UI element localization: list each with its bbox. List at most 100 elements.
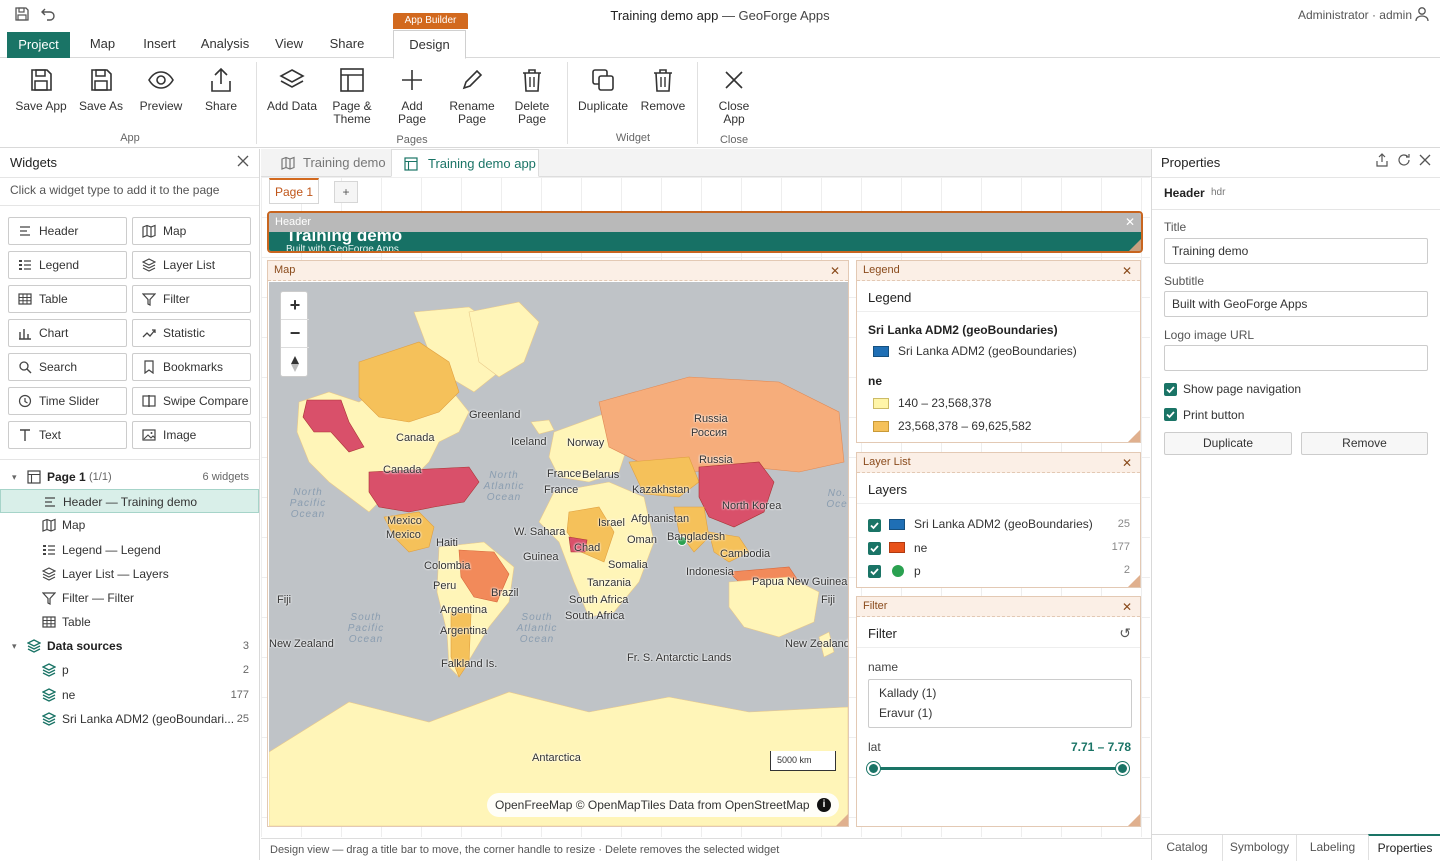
tree-data-sources[interactable]: ▾ Data sources 3 (0, 634, 259, 658)
remove-button[interactable]: Remove (638, 66, 688, 113)
title-input[interactable]: Training demo (1164, 238, 1428, 264)
range-handle-max[interactable] (1116, 762, 1129, 775)
refresh-icon[interactable] (1397, 153, 1411, 167)
info-icon[interactable]: i (817, 798, 831, 812)
close-app-button[interactable]: Close App (710, 66, 758, 126)
tab-share[interactable]: Share (322, 30, 372, 58)
tree-item-legend[interactable]: Legend — Legend (0, 538, 259, 562)
range-slider-track[interactable] (867, 762, 1129, 775)
tree-item-layer-list[interactable]: Layer List — Layers (0, 562, 259, 586)
delete-page-button[interactable]: Delete Page (508, 66, 556, 126)
close-icon[interactable]: ✕ (1122, 264, 1132, 278)
widget-type-layer-list[interactable]: Layer List (132, 251, 251, 279)
resize-handle[interactable] (1129, 239, 1141, 251)
user-icon[interactable] (1414, 6, 1430, 22)
widget-tag[interactable]: Filter (857, 597, 1140, 617)
doc-tab-app[interactable]: Training demo app (391, 149, 539, 177)
zoom-in-button[interactable]: + (281, 292, 309, 320)
widget-type-chart[interactable]: Chart (8, 319, 127, 347)
widget-type-header[interactable]: Header (8, 217, 127, 245)
zoom-out-button[interactable]: − (281, 320, 309, 348)
layer-visibility-checkbox[interactable] (868, 565, 881, 578)
tab-view[interactable]: View (268, 30, 310, 58)
tree-item-filter[interactable]: Filter — Filter (0, 586, 259, 610)
compass-icon[interactable] (289, 355, 301, 373)
chevron-down-icon[interactable]: ▾ (12, 634, 17, 658)
close-icon[interactable] (237, 155, 249, 167)
preview-button[interactable]: Preview (136, 66, 186, 113)
remove-widget-button[interactable]: Remove (1301, 432, 1428, 455)
header-widget[interactable]: Header ✕ Training demo Built with GeoFor… (267, 211, 1143, 253)
close-icon[interactable]: ✕ (830, 264, 840, 278)
widget-type-bookmarks[interactable]: Bookmarks (132, 353, 251, 381)
range-handle-min[interactable] (867, 762, 880, 775)
tab-catalog[interactable]: Catalog (1152, 835, 1222, 861)
tab-symbology[interactable]: Symbology (1222, 835, 1296, 861)
tree-source-ne[interactable]: ne 177 (0, 683, 259, 707)
tree-item-header[interactable]: Header — Training demo (0, 489, 259, 513)
reset-icon[interactable]: ↺ (1119, 625, 1131, 642)
close-icon[interactable] (1419, 154, 1431, 166)
rename-page-button[interactable]: Rename Page (446, 66, 498, 126)
resize-handle[interactable] (1128, 814, 1140, 826)
widget-type-filter[interactable]: Filter (132, 285, 251, 313)
page-tab-1[interactable]: Page 1 (269, 178, 319, 204)
tree-page[interactable]: ▾ Page 1 (1/1) 6 widgets (0, 465, 259, 489)
duplicate-widget-button[interactable]: Duplicate (1164, 432, 1292, 455)
close-icon[interactable]: ✕ (1122, 600, 1132, 614)
widget-tag[interactable]: Header (269, 213, 1141, 232)
chevron-down-icon[interactable]: ▾ (12, 465, 17, 489)
widget-type-legend[interactable]: Legend (8, 251, 127, 279)
add-data-button[interactable]: Add Data (265, 66, 319, 113)
filter-value-list[interactable]: Kallady (1) Eravur (1) (868, 679, 1132, 728)
tree-item-table[interactable]: Table (0, 610, 259, 634)
subtitle-input[interactable]: Built with GeoForge Apps (1164, 291, 1428, 317)
widget-tag[interactable]: Map (268, 261, 848, 281)
filter-widget[interactable]: Filter ✕ Filter ↺ name Kallady (1) Eravu… (856, 596, 1141, 827)
tab-labeling[interactable]: Labeling (1296, 835, 1368, 861)
widget-type-text[interactable]: Text (8, 421, 127, 449)
close-icon[interactable]: ✕ (1122, 456, 1132, 470)
tab-design[interactable]: Design (393, 30, 466, 59)
map-view[interactable]: + − Greenland Canada Canada Iceland Norway Ru… (269, 282, 848, 826)
widget-tag[interactable]: Legend (857, 261, 1140, 281)
tab-properties[interactable]: Properties (1368, 834, 1440, 860)
widget-type-statistic[interactable]: Statistic (132, 319, 251, 347)
map-widget[interactable]: Map ✕ + − Greenland Canada Canada Icelan… (267, 260, 849, 827)
save-as-button[interactable]: Save As (76, 66, 126, 113)
save-app-button[interactable]: Save App (14, 66, 68, 113)
tab-map[interactable]: Map (80, 30, 125, 58)
user-name[interactable]: Administrator · admin (1298, 8, 1412, 22)
add-page-button[interactable]: Add Page (388, 66, 436, 126)
tree-source-p[interactable]: p 2 (0, 658, 259, 682)
tree-source-sri-lanka[interactable]: Sri Lanka ADM2 (geoBoundari... 25 (0, 707, 259, 731)
resize-handle[interactable] (836, 814, 848, 826)
duplicate-button[interactable]: Duplicate (576, 66, 630, 113)
widget-type-image[interactable]: Image (132, 421, 251, 449)
widget-type-map[interactable]: Map (132, 217, 251, 245)
layer-visibility-checkbox[interactable] (868, 542, 881, 555)
logo-url-input[interactable] (1164, 345, 1428, 371)
tree-item-map[interactable]: Map (0, 513, 259, 537)
export-icon[interactable] (1375, 153, 1389, 167)
tab-analysis[interactable]: Analysis (195, 30, 255, 58)
tab-insert[interactable]: Insert (137, 30, 182, 58)
resize-handle[interactable] (1128, 430, 1140, 442)
tab-project[interactable]: Project (7, 32, 70, 58)
print-button-checkbox[interactable] (1164, 408, 1177, 421)
resize-handle[interactable] (1128, 575, 1140, 587)
widget-tag[interactable]: Layer List (857, 453, 1140, 473)
layer-list-widget[interactable]: Layer List ✕ Layers Sri Lanka ADM2 (geoB… (856, 452, 1141, 588)
layer-visibility-checkbox[interactable] (868, 519, 881, 532)
doc-tab-map[interactable]: Training demo (267, 149, 391, 177)
add-page-tab-button[interactable]: + (334, 181, 358, 203)
widget-type-search[interactable]: Search (8, 353, 127, 381)
filter-option[interactable]: Kallady (1) (879, 686, 936, 700)
page-theme-button[interactable]: Page & Theme (327, 66, 377, 126)
legend-widget[interactable]: Legend ✕ Legend Sri Lanka ADM2 (geoBound… (856, 260, 1141, 443)
close-icon[interactable]: ✕ (1125, 215, 1135, 229)
widget-type-swipe-compare[interactable]: Swipe Compare (132, 387, 251, 415)
show-page-navigation-checkbox[interactable] (1164, 383, 1177, 396)
widget-type-table[interactable]: Table (8, 285, 127, 313)
widget-type-time-slider[interactable]: Time Slider (8, 387, 127, 415)
